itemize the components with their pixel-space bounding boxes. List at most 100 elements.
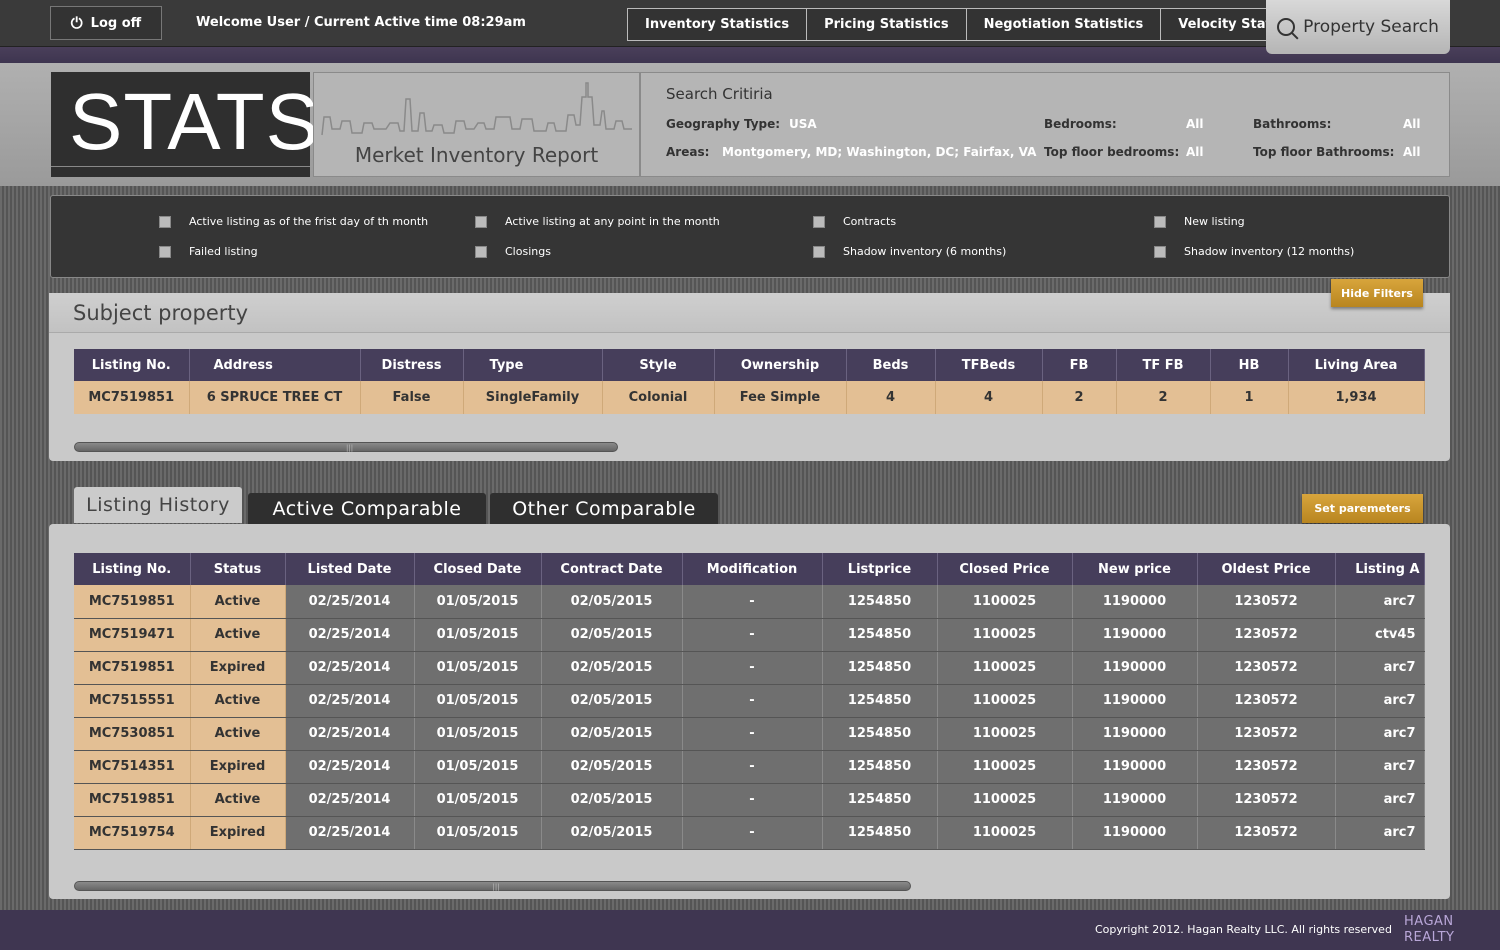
nav-inventory-statistics[interactable]: Inventory Statistics: [628, 9, 808, 40]
checkbox[interactable]: [475, 245, 487, 258]
logoff-button[interactable]: ⏻ Log off: [50, 6, 162, 40]
col-hb[interactable]: HB: [1210, 349, 1289, 381]
history-scrollbar[interactable]: |||: [74, 881, 911, 891]
table-row[interactable]: MC7519851 Active 02/25/2014 01/05/2015 02/05…: [74, 783, 1425, 817]
cell: ctv45: [1335, 618, 1425, 652]
cell: 1100025: [937, 651, 1073, 685]
col-listprice[interactable]: Listprice: [822, 553, 938, 585]
table-row[interactable]: MC7519754 Expired 02/25/2014 01/05/2015 02/0…: [74, 816, 1425, 850]
cell: 02/05/2015: [541, 816, 683, 850]
cell: -: [682, 750, 823, 784]
property-search-label: Property Search: [1303, 17, 1439, 37]
checkbox[interactable]: [159, 245, 171, 258]
table-row[interactable]: MC7530851 Active 02/25/2014 01/05/2015 02/05…: [74, 717, 1425, 751]
filter-failed-listing[interactable]: Failed listing: [159, 245, 258, 258]
cell: 1230572: [1197, 618, 1336, 652]
listing-history-panel: Listing No. Status Listed Date Closed Da…: [49, 524, 1450, 899]
cell: 1190000: [1072, 585, 1198, 619]
cell: 1230572: [1197, 684, 1336, 718]
tab-listing-history[interactable]: Listing History: [74, 487, 242, 523]
cell: 1254850: [822, 783, 938, 817]
cell: Expired: [190, 750, 286, 784]
cell: 1230572: [1197, 783, 1336, 817]
col-new-price[interactable]: New price: [1072, 553, 1198, 585]
logoff-label: Log off: [90, 15, 142, 31]
filter-new-listing[interactable]: New listing: [1154, 215, 1245, 228]
col-modification[interactable]: Modification: [682, 553, 823, 585]
col-distress[interactable]: Distress: [360, 349, 464, 381]
cell: 02/05/2015: [541, 717, 683, 751]
cell: -: [682, 717, 823, 751]
col-type[interactable]: Type: [463, 349, 603, 381]
tab-other-comparable[interactable]: Other Comparable: [490, 493, 718, 524]
cell: -: [682, 684, 823, 718]
cell: 1190000: [1072, 651, 1198, 685]
cell: 1,934: [1288, 381, 1425, 414]
hide-filters-button[interactable]: Hide Filters: [1331, 279, 1423, 307]
filter-shadow-12[interactable]: Shadow inventory (12 months): [1154, 245, 1354, 258]
power-icon: ⏻: [70, 14, 83, 32]
filter-closings[interactable]: Closings: [475, 245, 551, 258]
col-living-area[interactable]: Living Area: [1288, 349, 1425, 381]
cell: arc7: [1335, 651, 1425, 685]
checkbox[interactable]: [813, 245, 825, 258]
checkbox[interactable]: [813, 215, 825, 228]
cell: 1100025: [937, 585, 1073, 619]
col-contract-date[interactable]: Contract Date: [541, 553, 683, 585]
col-closed-price[interactable]: Closed Price: [937, 553, 1073, 585]
col-closed-date[interactable]: Closed Date: [414, 553, 542, 585]
cell: 02/25/2014: [285, 618, 415, 652]
footer: Copyright 2012. Hagan Realty LLC. All ri…: [0, 910, 1500, 950]
property-search-button[interactable]: Property Search: [1266, 0, 1450, 54]
cell: -: [682, 585, 823, 619]
cell: 02/25/2014: [285, 750, 415, 784]
table-row[interactable]: MC7519851 Active 02/25/2014 01/05/2015 02/05…: [74, 585, 1425, 619]
col-ownership[interactable]: Ownership: [714, 349, 847, 381]
cell: 6 SPRUCE TREE CT: [189, 381, 361, 414]
filter-active-first-day[interactable]: Active listing as of the frist day of th…: [159, 215, 428, 228]
cell: 1100025: [937, 783, 1073, 817]
filter-contracts[interactable]: Contracts: [813, 215, 896, 228]
cell: 02/25/2014: [285, 651, 415, 685]
subject-row[interactable]: MC7519851 6 SPRUCE TREE CT False SingleF…: [74, 381, 1425, 414]
table-row[interactable]: MC7519851 Expired 02/25/2014 01/05/2015 02/0…: [74, 651, 1425, 685]
nav-negotiation-statistics[interactable]: Negotiation Statistics: [966, 9, 1162, 40]
col-tfbeds[interactable]: TFBeds: [935, 349, 1043, 381]
table-row[interactable]: MC7515551 Active 02/25/2014 01/05/2015 02/05…: [74, 684, 1425, 718]
checkbox[interactable]: [1154, 215, 1166, 228]
skyline-graphic: [321, 82, 632, 136]
col-listed-date[interactable]: Listed Date: [285, 553, 415, 585]
cell: 1100025: [937, 750, 1073, 784]
cell: 02/05/2015: [541, 750, 683, 784]
set-parameters-button[interactable]: Set paremeters: [1302, 494, 1423, 523]
bathrooms-label: Bathrooms:: [1253, 117, 1332, 131]
cell: Active: [190, 618, 286, 652]
col-status[interactable]: Status: [190, 553, 286, 585]
cell: 02/25/2014: [285, 717, 415, 751]
col-listing-no[interactable]: Listing No.: [74, 349, 190, 381]
tab-active-comparable[interactable]: Active Comparable: [248, 493, 486, 524]
checkbox[interactable]: [159, 215, 171, 228]
col-listing-agent[interactable]: Listing A: [1335, 553, 1425, 585]
cell: 1254850: [822, 750, 938, 784]
filter-shadow-6[interactable]: Shadow inventory (6 months): [813, 245, 1006, 258]
cell: 1: [1210, 381, 1289, 414]
col-beds[interactable]: Beds: [846, 349, 936, 381]
col-address[interactable]: Address: [189, 349, 361, 381]
cell: 01/05/2015: [414, 585, 542, 619]
col-tf-fb[interactable]: TF FB: [1116, 349, 1211, 381]
col-style[interactable]: Style: [602, 349, 715, 381]
cell: 1254850: [822, 585, 938, 619]
subject-scrollbar[interactable]: |||: [74, 442, 618, 452]
checkbox[interactable]: [1154, 245, 1166, 258]
checkbox[interactable]: [475, 215, 487, 228]
col-oldest-price[interactable]: Oldest Price: [1197, 553, 1336, 585]
cell: 1190000: [1072, 816, 1198, 850]
col-fb[interactable]: FB: [1042, 349, 1117, 381]
table-row[interactable]: MC7519471 Active 02/25/2014 01/05/2015 02/05…: [74, 618, 1425, 652]
nav-pricing-statistics[interactable]: Pricing Statistics: [807, 9, 967, 40]
search-icon: [1277, 18, 1296, 36]
filter-active-any-point[interactable]: Active listing at any point in the month: [475, 215, 720, 228]
col-listing-no[interactable]: Listing No.: [74, 553, 191, 585]
table-row[interactable]: MC7514351 Expired 02/25/2014 01/05/2015 02/0…: [74, 750, 1425, 784]
